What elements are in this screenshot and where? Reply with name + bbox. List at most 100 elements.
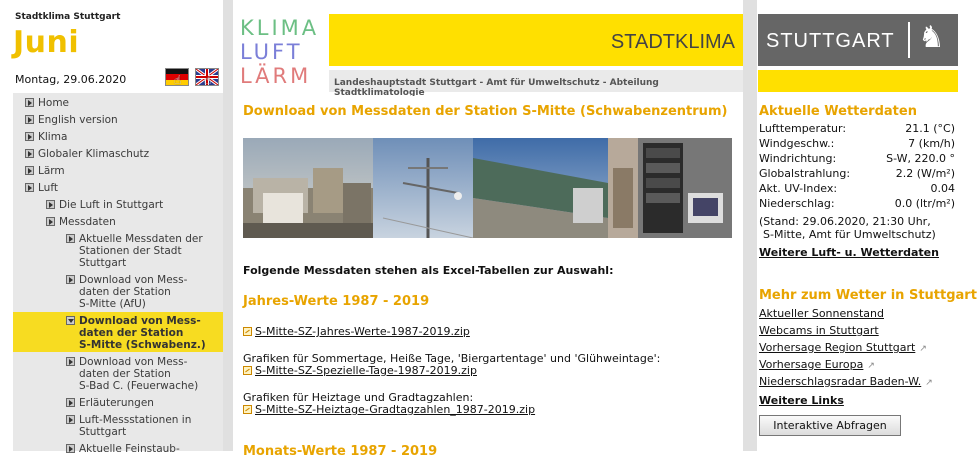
- sidebar-item-label: Luft-Messstationen in Stuttgart: [79, 414, 192, 438]
- weather-link[interactable]: Vorhersage Region Stuttgart ↗: [759, 341, 927, 354]
- section-jahres-werte: Jahres-Werte 1987 - 2019: [243, 294, 430, 309]
- sidebar-item-label: Home: [38, 97, 70, 109]
- sidebar-item[interactable]: Download von Mess- daten der Station S-M…: [66, 315, 206, 351]
- weather-stand-line1: (Stand: 29.06.2020, 21:30 Uhr,: [759, 215, 931, 228]
- weather-row: Windrichtung: S-W, 220.0 °: [759, 152, 955, 165]
- file-link-heiztage[interactable]: S-Mitte-SZ-Heiztage-Gradtagzahlen_1987-2…: [255, 403, 535, 416]
- klima-luft-laerm-logo[interactable]: KLIMA LUFT LÄRM: [233, 14, 323, 92]
- sidebar-item[interactable]: Globaler Klimaschutz: [25, 148, 149, 160]
- nav-arrow-icon: [25, 98, 34, 107]
- sidebar-item[interactable]: Home: [25, 97, 69, 109]
- sidebar-item[interactable]: Download von Mess- daten der Station S-M…: [66, 274, 187, 310]
- weather-stand-line2: S-Mitte, Amt für Umweltschutz): [763, 228, 936, 241]
- sidebar-item-label: Download von Mess- daten der Station S-M…: [79, 315, 206, 351]
- gutter-left: [223, 0, 233, 451]
- weather-label: Windrichtung:: [759, 152, 837, 165]
- german-flag-icon[interactable]: ☝: [165, 68, 189, 87]
- weather-value: 21.1 (°C): [905, 122, 955, 135]
- weather-link-label: Aktueller Sonnenstand: [759, 307, 884, 320]
- nav-arrow-icon: [25, 149, 34, 158]
- logo-word-klima: KLIMA: [240, 16, 320, 40]
- weather-label: Niederschlag:: [759, 197, 835, 210]
- zip-file-icon: [243, 405, 252, 414]
- sidebar-item-label: Klima: [38, 131, 68, 143]
- nav-arrow-icon: [66, 234, 75, 243]
- nav-arrow-icon: [66, 444, 75, 453]
- sidebar-item-label: Die Luft in Stuttgart: [59, 199, 164, 211]
- mehr-wetter-heading: Mehr zum Wetter in Stuttgart: [759, 288, 977, 303]
- site-name: Stadtklima Stuttgart: [15, 12, 121, 22]
- weather-heading: Aktuelle Wetterdaten: [759, 104, 917, 119]
- station-photo-collage: [243, 138, 732, 238]
- nav-arrow-icon: [46, 217, 55, 226]
- more-links[interactable]: Weitere Links: [759, 394, 844, 407]
- weather-link-label: Niederschlagsradar Baden-W.: [759, 375, 922, 388]
- nav-arrow-icon: [66, 275, 75, 284]
- header-banner: STADTKLIMA: [329, 14, 743, 66]
- sidebar-item[interactable]: Luft-Messstationen in Stuttgart: [66, 414, 191, 438]
- sidebar-item-label: Messdaten: [59, 216, 116, 228]
- sidebar-item-label: Aktuelle Feinstaub-: [79, 443, 180, 455]
- sidebar-item[interactable]: Die Luft in Stuttgart: [46, 199, 163, 211]
- weather-label: Akt. UV-Index:: [759, 182, 838, 195]
- download-heiztage: S-Mitte-SZ-Heiztage-Gradtagzahlen_1987-2…: [243, 403, 535, 416]
- sidebar-item[interactable]: Download von Mess- daten der Station S-B…: [66, 356, 198, 392]
- weather-row: Globalstrahlung: 2.2 (W/m²): [759, 167, 955, 180]
- sidebar-item-label: Lärm: [38, 165, 65, 177]
- right-yellow-bar: [758, 70, 958, 92]
- hand-cursor-icon: ☝: [204, 73, 212, 86]
- weather-link-label: Vorhersage Europa: [759, 358, 864, 371]
- interactive-queries-button[interactable]: Interaktive Abfragen: [759, 415, 901, 436]
- gutter-right: [743, 0, 757, 451]
- external-link-icon: ↗: [919, 344, 927, 354]
- weather-value: 7 (km/h): [908, 137, 955, 150]
- banner-title: STADTKLIMA: [610, 31, 735, 53]
- download-spezielle-tage: S-Mitte-SZ-Spezielle-Tage-1987-2019.zip: [243, 364, 477, 377]
- nav-arrow-icon: [25, 183, 34, 192]
- sidebar-item[interactable]: Lärm: [25, 165, 65, 177]
- logo-word-luft: LUFT: [240, 40, 303, 64]
- file-link-jahres-werte[interactable]: S-Mitte-SZ-Jahres-Werte-1987-2019.zip: [255, 325, 470, 338]
- section-monats-werte: Monats-Werte 1987 - 2019: [243, 444, 438, 459]
- sidebar-nav: Home English version Klima Globaler Klimasc…: [13, 93, 223, 455]
- sidebar-item[interactable]: Erläuterungen: [66, 397, 154, 409]
- logo-divider: [908, 22, 910, 58]
- expanded-arrow-icon: [66, 316, 75, 325]
- file-link-spezielle-tage[interactable]: S-Mitte-SZ-Spezielle-Tage-1987-2019.zip: [255, 364, 477, 377]
- weather-value: S-W, 220.0 °: [886, 152, 955, 165]
- weather-label: Globalstrahlung:: [759, 167, 851, 180]
- stuttgart-city-logo[interactable]: STUTTGART ♞: [758, 14, 958, 66]
- weather-row: Niederschlag: 0.0 (ltr/m²): [759, 197, 955, 210]
- sidebar-item[interactable]: Aktuelle Messdaten der Stationen der Sta…: [66, 233, 203, 269]
- sidebar-item[interactable]: Klima: [25, 131, 67, 143]
- weather-link[interactable]: Niederschlagsradar Baden-W. ↗: [759, 375, 933, 388]
- weather-value: 0.0 (ltr/m²): [894, 197, 955, 210]
- sidebar-item[interactable]: Messdaten: [46, 216, 116, 228]
- weather-label: Windgeschw.:: [759, 137, 835, 150]
- weather-link[interactable]: Aktueller Sonnenstand: [759, 307, 884, 320]
- weather-row: Windgeschw.: 7 (km/h): [759, 137, 955, 150]
- logo-word-laerm: LÄRM: [240, 64, 312, 88]
- header-subline: Landeshauptstadt Stuttgart - Amt für Umw…: [329, 70, 743, 98]
- sidebar-item-label: English version: [38, 114, 118, 126]
- weather-link[interactable]: Vorhersage Europa ↗: [759, 358, 875, 371]
- nav-arrow-icon: [25, 166, 34, 175]
- sidebar-item-label: Download von Mess- daten der Station S-B…: [79, 356, 199, 392]
- current-month: Juni: [13, 25, 80, 60]
- nav-arrow-icon: [66, 398, 75, 407]
- weather-link-label: Vorhersage Region Stuttgart: [759, 341, 916, 354]
- page-title: Download von Messdaten der Station S-Mit…: [243, 104, 728, 119]
- station-photo: [243, 138, 732, 238]
- left-column: Stadtklima Stuttgart Juni Montag, 29.06.…: [0, 0, 223, 455]
- sidebar-item-label: Download von Mess- daten der Station S-M…: [79, 274, 188, 310]
- sidebar-item[interactable]: Luft: [25, 182, 58, 194]
- sidebar-item[interactable]: Aktuelle Feinstaub-: [66, 443, 180, 455]
- weather-link[interactable]: Webcams in Stuttgart: [759, 324, 879, 337]
- sidebar-item-label: Globaler Klimaschutz: [38, 148, 150, 160]
- weather-value: 0.04: [930, 182, 956, 195]
- english-flag-icon[interactable]: ☝: [195, 68, 219, 86]
- nav-arrow-icon: [66, 357, 75, 366]
- more-weather-link[interactable]: Weitere Luft- u. Wetterdaten: [759, 246, 939, 259]
- external-link-icon: ↗: [925, 378, 933, 388]
- sidebar-item[interactable]: English version: [25, 114, 118, 126]
